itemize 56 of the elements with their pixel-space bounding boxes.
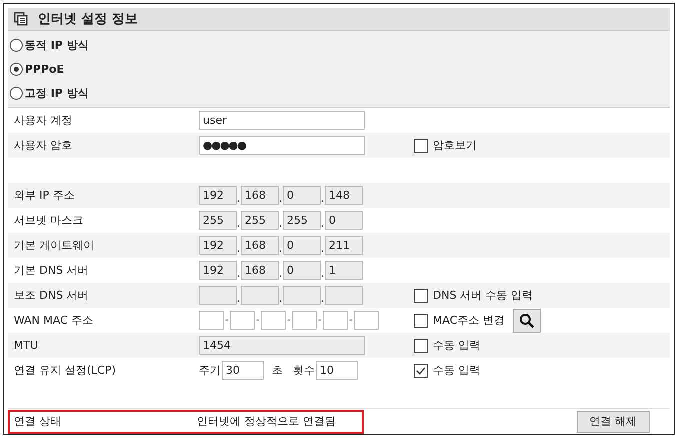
dot-separator: .	[237, 192, 241, 205]
field-label: 사용자 계정	[13, 113, 74, 128]
period-label: 주기	[199, 363, 221, 378]
unit-label: 초	[272, 363, 283, 378]
field-label: 서브넷 마스크	[13, 213, 84, 228]
field-label: MTU	[13, 339, 40, 352]
dot-separator: .	[237, 292, 241, 305]
radio-option[interactable]: 고정 IP 방식	[10, 81, 670, 105]
count-field[interactable]: 10	[316, 361, 358, 380]
dot-separator: .	[237, 267, 241, 280]
checkbox-option[interactable]: MAC주소 변경	[414, 313, 505, 328]
dash-separator: -	[317, 315, 323, 326]
search-icon	[519, 312, 535, 328]
mac-octet-field[interactable]	[354, 311, 379, 330]
panel-title: 인터넷 설정 정보	[38, 11, 138, 28]
field-label: 연결 유지 설정(LCP)	[13, 363, 118, 378]
search-button[interactable]	[513, 308, 541, 332]
status-value: 인터넷에 정상적으로 연결됨	[197, 414, 336, 429]
field-label: 기본 DNS 서버	[13, 263, 90, 278]
count-label: 횟수	[293, 363, 315, 378]
dot-separator: .	[237, 242, 241, 255]
field-label: 기본 게이트웨이	[13, 238, 96, 253]
dot-separator: .	[237, 217, 241, 230]
copy-icon	[14, 12, 28, 26]
dash-separator: -	[348, 315, 354, 326]
field-label: 보조 DNS 서버	[13, 288, 90, 303]
radio-option[interactable]: PPPoE	[10, 57, 670, 81]
dash-separator: -	[255, 315, 261, 326]
status-label: 연결 상태	[13, 414, 62, 429]
dot-separator: .	[279, 217, 283, 230]
mac-octet-field[interactable]	[199, 311, 224, 330]
disconnect-button[interactable]: 연결 해제	[576, 410, 650, 432]
mac-octet-field[interactable]	[323, 311, 348, 330]
dot-separator: .	[279, 267, 283, 280]
dot-separator: .	[321, 242, 325, 255]
mac-octet-field[interactable]	[230, 311, 255, 330]
dot-separator: .	[279, 192, 283, 205]
dot-separator: .	[321, 267, 325, 280]
checkbox-option[interactable]: 암호보기	[414, 138, 477, 153]
dash-separator: -	[286, 315, 292, 326]
checkbox-option[interactable]: 수동 입력	[414, 363, 480, 378]
input-field[interactable]: user	[199, 111, 365, 130]
dot-separator: .	[321, 192, 325, 205]
period-field[interactable]: 30	[222, 361, 264, 380]
mac-octet-field[interactable]	[261, 311, 286, 330]
dot-separator: .	[279, 292, 283, 305]
field-label: 외부 IP 주소	[13, 188, 76, 203]
radio-option[interactable]: 동적 IP 방식	[10, 33, 670, 57]
mac-octet-field[interactable]	[292, 311, 317, 330]
dot-separator: .	[321, 292, 325, 305]
field-label: 사용자 암호	[13, 138, 74, 153]
field-label: WAN MAC 주소	[13, 313, 95, 328]
dot-separator: .	[279, 242, 283, 255]
dot-separator: .	[321, 217, 325, 230]
password-field[interactable]: ●●●●●	[199, 136, 365, 155]
dash-separator: -	[224, 315, 230, 326]
